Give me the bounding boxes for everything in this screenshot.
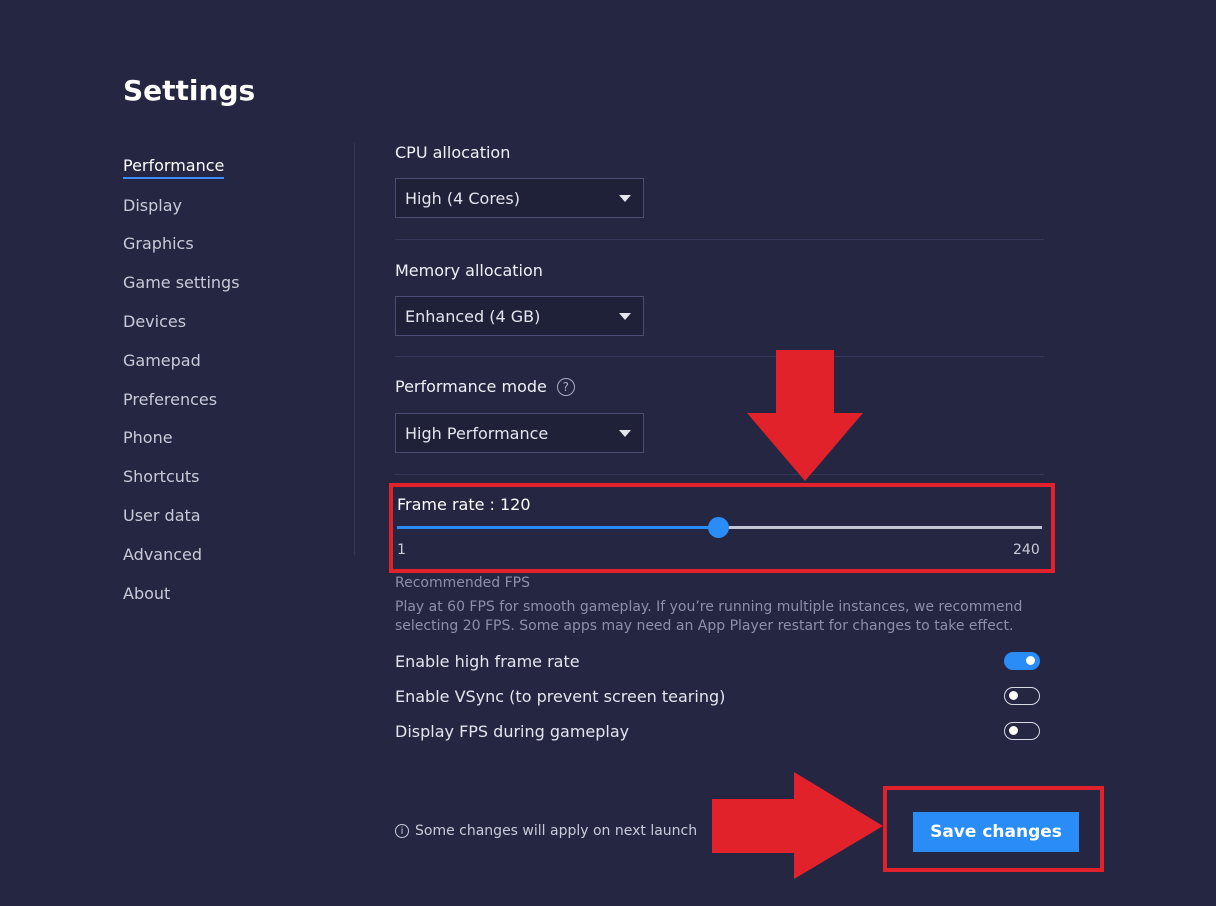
sidebar-item-label: About: [123, 583, 171, 603]
sidebar-item-performance[interactable]: Performance: [123, 148, 323, 187]
sidebar-item-label: Gamepad: [123, 350, 201, 370]
sidebar-item-shortcuts[interactable]: Shortcuts: [123, 458, 323, 497]
toggle-label: Display FPS during gameplay: [395, 721, 630, 741]
recommended-fps-title: Recommended FPS: [395, 575, 530, 591]
recommended-fps-description: Play at 60 FPS for smooth gameplay. If y…: [395, 599, 1023, 634]
sidebar-item-preferences[interactable]: Preferences: [123, 381, 323, 420]
sidebar-item-phone[interactable]: Phone: [123, 420, 323, 459]
sidebar-item-label: Preferences: [123, 389, 218, 409]
cpu-allocation-label: CPU allocation: [395, 143, 510, 162]
caret-down-icon: [619, 312, 631, 320]
settings-sidebar: Performance Display Graphics Game settin…: [123, 148, 323, 614]
toggle-row-display-fps: Display FPS during gameplay: [395, 719, 1040, 743]
sidebar-item-graphics[interactable]: Graphics: [123, 226, 323, 265]
performance-mode-value: High Performance: [405, 423, 549, 443]
help-icon[interactable]: ?: [556, 377, 575, 396]
sidebar-item-about[interactable]: About: [123, 575, 323, 614]
memory-allocation-label-text: Memory allocation: [395, 261, 543, 280]
memory-allocation-select[interactable]: Enhanced (4 GB): [395, 296, 644, 336]
sidebar-item-label: Devices: [123, 312, 187, 332]
annotation-arrow-down-icon: [747, 350, 863, 481]
annotation-highlight-box: [389, 483, 1055, 573]
sidebar-item-label: Game settings: [123, 273, 240, 293]
section-divider: [395, 239, 1044, 240]
vsync-toggle[interactable]: [1004, 687, 1040, 705]
caret-down-icon: [619, 429, 631, 437]
sidebar-item-user-data[interactable]: User data: [123, 497, 323, 536]
sidebar-item-game-settings[interactable]: Game settings: [123, 264, 323, 303]
sidebar-item-label: Display: [123, 195, 182, 215]
performance-mode-select[interactable]: High Performance: [395, 413, 644, 453]
sidebar-item-label: Shortcuts: [123, 467, 200, 487]
section-divider: [395, 474, 1044, 475]
sidebar-item-advanced[interactable]: Advanced: [123, 536, 323, 575]
sidebar-item-label: Phone: [123, 428, 173, 448]
performance-mode-label: Performance mode ?: [395, 377, 575, 396]
performance-mode-label-text: Performance mode: [395, 377, 547, 396]
display-fps-toggle[interactable]: [1004, 722, 1040, 740]
toggle-row-high-frame-rate: Enable high frame rate: [395, 649, 1040, 673]
toggle-row-vsync: Enable VSync (to prevent screen tearing): [395, 684, 1040, 708]
sidebar-item-label: Performance: [123, 156, 225, 179]
cpu-allocation-value: High (4 Cores): [405, 188, 520, 208]
sidebar-item-display[interactable]: Display: [123, 187, 323, 226]
section-divider: [395, 356, 1044, 357]
sidebar-item-label: Advanced: [123, 544, 203, 564]
footer-note: i Some changes will apply on next launch: [395, 823, 697, 839]
info-icon: i: [395, 824, 409, 838]
page-title: Settings: [123, 74, 256, 107]
annotation-arrow-right-icon: [712, 772, 883, 879]
memory-allocation-label: Memory allocation: [395, 261, 543, 280]
high-frame-rate-toggle[interactable]: [1004, 652, 1040, 670]
toggle-label: Enable high frame rate: [395, 651, 580, 671]
sidebar-item-label: Graphics: [123, 234, 194, 254]
sidebar-item-label: User data: [123, 506, 201, 526]
caret-down-icon: [619, 194, 631, 202]
sidebar-item-devices[interactable]: Devices: [123, 303, 323, 342]
footer-note-text: Some changes will apply on next launch: [415, 823, 698, 839]
annotation-highlight-box: [883, 786, 1104, 872]
cpu-allocation-label-text: CPU allocation: [395, 143, 511, 162]
toggle-label: Enable VSync (to prevent screen tearing): [395, 686, 726, 706]
sidebar-divider: [354, 143, 355, 555]
cpu-allocation-select[interactable]: High (4 Cores): [395, 178, 644, 218]
sidebar-item-gamepad[interactable]: Gamepad: [123, 342, 323, 381]
memory-allocation-value: Enhanced (4 GB): [405, 306, 541, 326]
